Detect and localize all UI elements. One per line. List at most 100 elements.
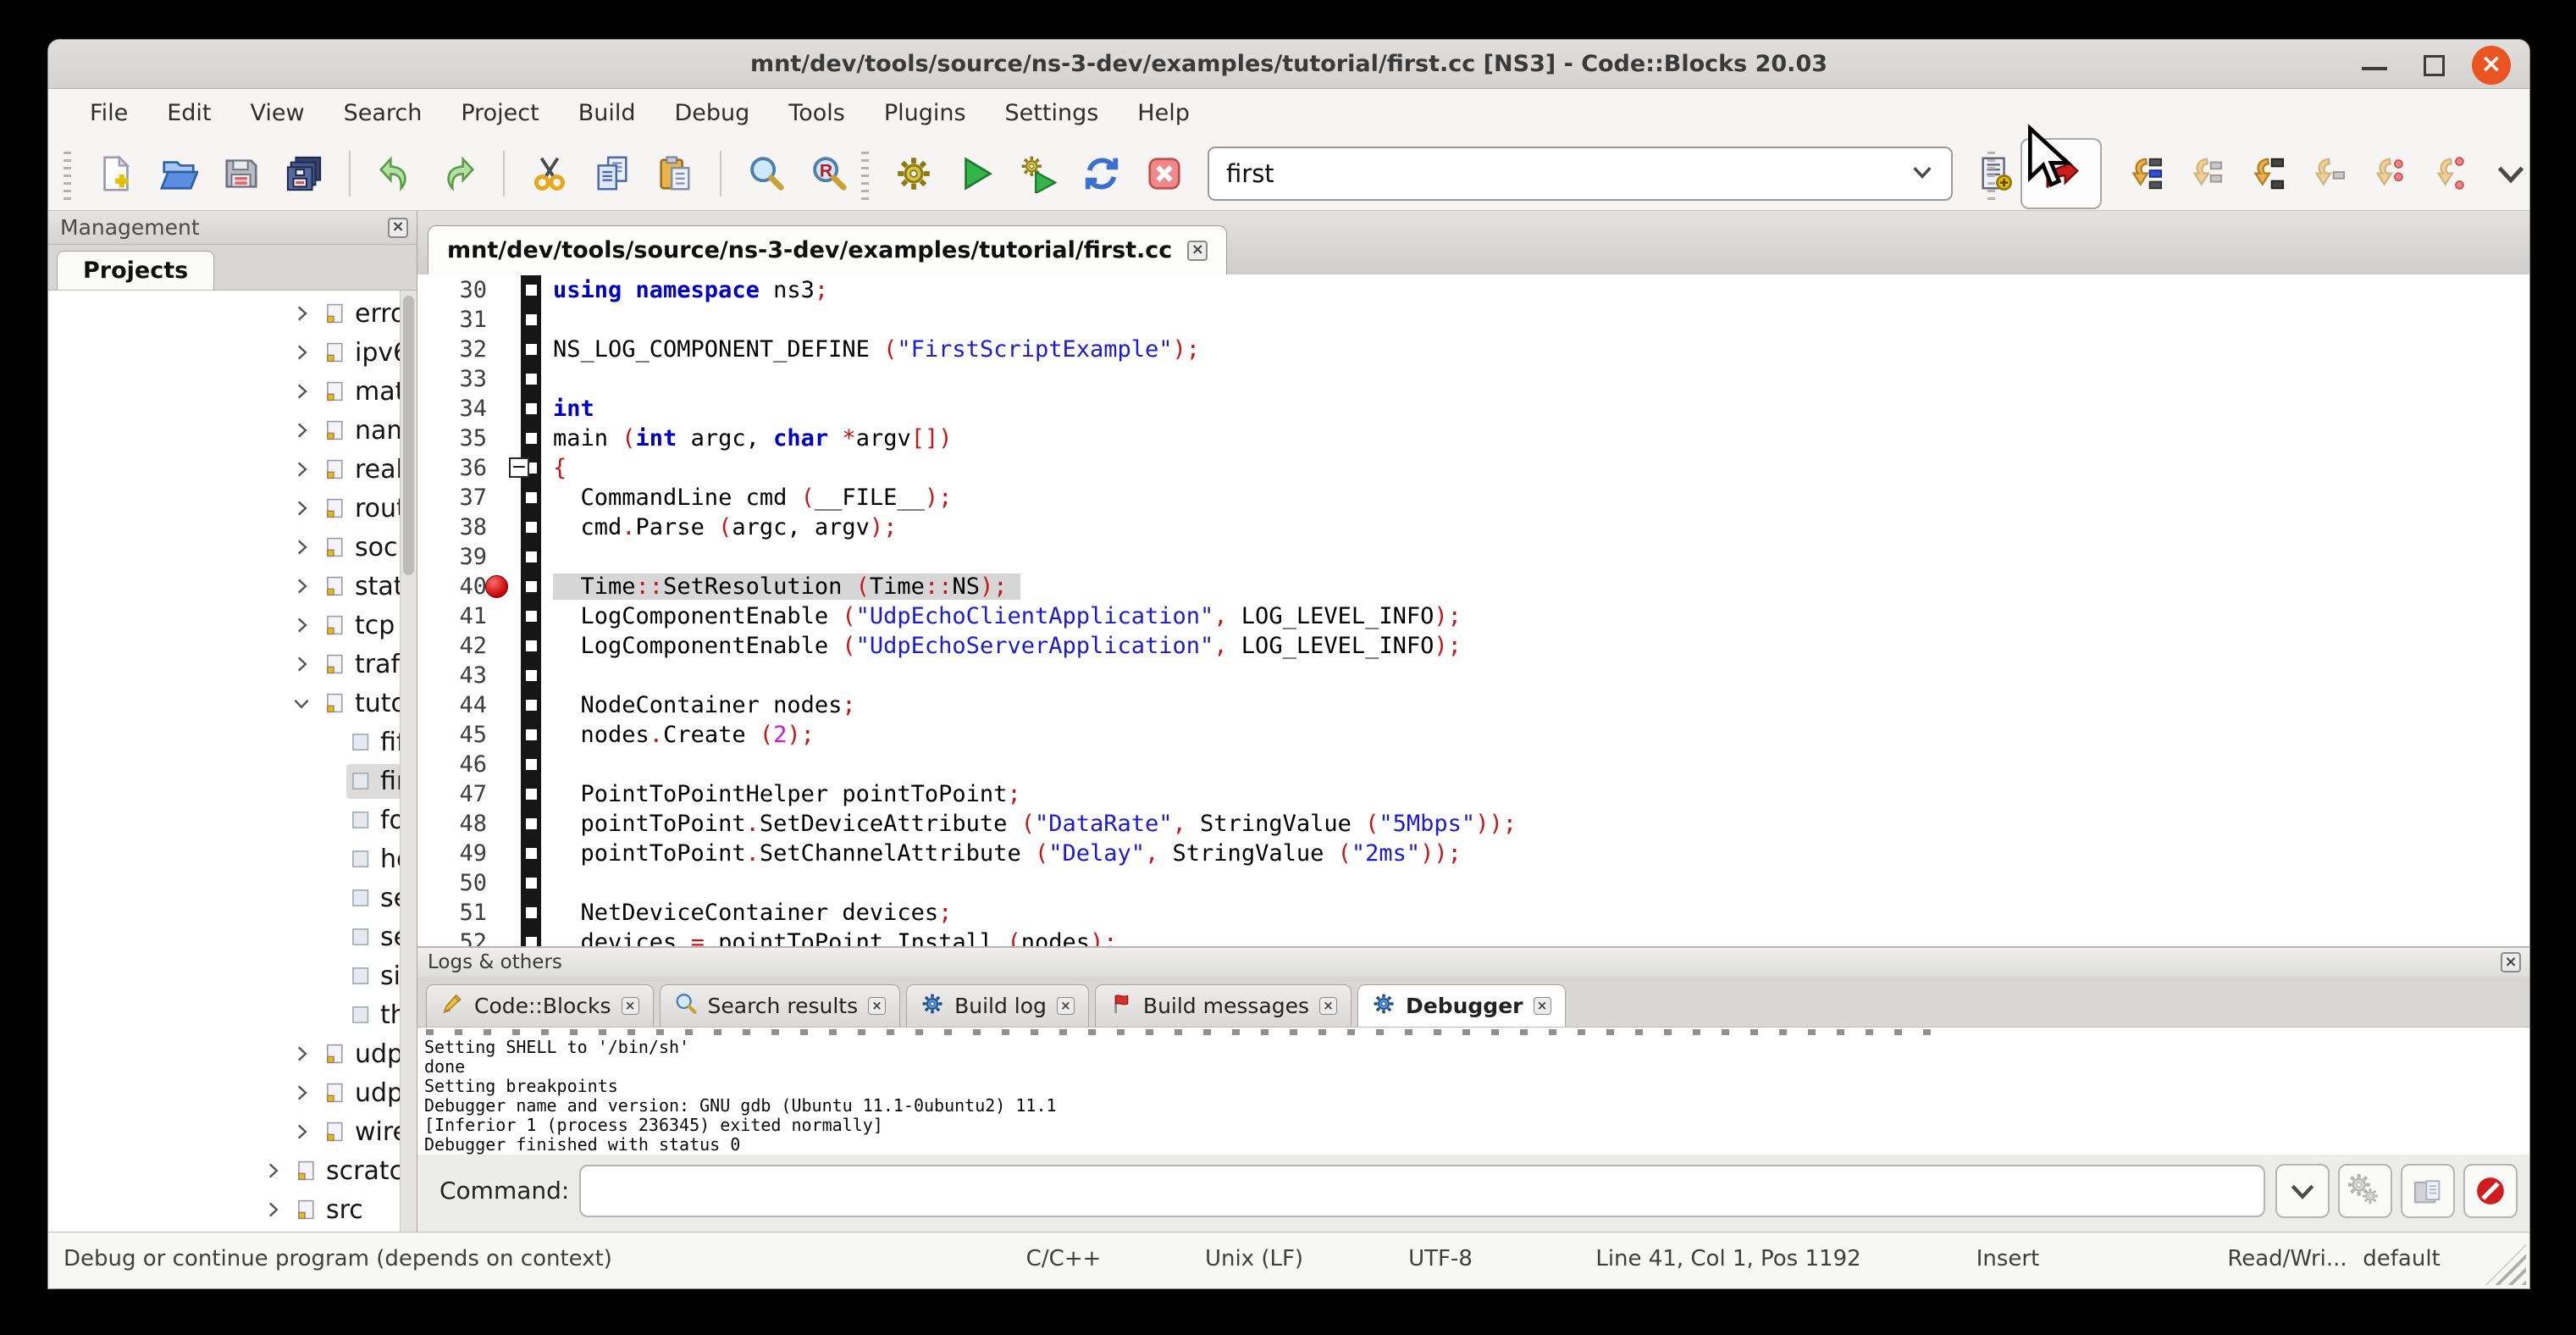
chevron-right-icon[interactable] <box>289 418 314 443</box>
build-target-combobox[interactable] <box>1208 147 1953 201</box>
fold-margin[interactable] <box>521 512 541 542</box>
log-tab-build-log[interactable]: Build log <box>906 984 1089 1027</box>
code-editor[interactable]: 30using namespace ns3;3132NS_LOG_COMPONE… <box>417 275 2529 946</box>
fold-margin[interactable] <box>521 483 541 512</box>
toolbar-grip[interactable] <box>861 147 869 200</box>
chevron-right-icon[interactable] <box>289 1080 314 1105</box>
code-line-38[interactable]: 38 cmd.Parse (argc, argv); <box>417 512 2529 542</box>
menu-project[interactable]: Project <box>441 95 558 131</box>
chevron-down-icon[interactable] <box>2491 154 2530 193</box>
toolbar-grip[interactable] <box>64 147 71 200</box>
tab-projects[interactable]: Projects <box>57 251 214 290</box>
code-line-49[interactable]: 49 pointToPoint.SetChannelAttribute ("De… <box>417 839 2529 868</box>
run-to-cursor-icon[interactable] <box>2124 154 2163 193</box>
tree-scrollbar-thumb[interactable] <box>403 296 414 575</box>
tree-item-fir[interactable]: fir <box>48 762 401 800</box>
tree-item-he[interactable]: he <box>48 839 401 878</box>
next-instruction-icon[interactable] <box>2368 154 2407 193</box>
code-line-42[interactable]: 42 LogComponentEnable ("UdpEchoServerApp… <box>417 631 2529 661</box>
chevron-right-icon[interactable] <box>289 535 314 560</box>
fold-margin[interactable] <box>521 305 541 335</box>
rebuild-icon[interactable] <box>1082 154 1121 193</box>
tree-item-wire[interactable]: wire <box>48 1112 401 1151</box>
menu-plugins[interactable]: Plugins <box>865 95 986 131</box>
code-line-43[interactable]: 43 <box>417 661 2529 690</box>
menu-edit[interactable]: Edit <box>147 95 230 131</box>
tree-item-scratch[interactable]: scratch <box>48 1151 401 1190</box>
menu-view[interactable]: View <box>230 95 323 131</box>
code-line-51[interactable]: 51 NetDeviceContainer devices; <box>417 898 2529 928</box>
undo-icon[interactable] <box>376 154 415 193</box>
code-line-48[interactable]: 48 pointToPoint.SetDeviceAttribute ("Dat… <box>417 809 2529 839</box>
code-line-47[interactable]: 47 PointToPointHelper pointToPoint; <box>417 779 2529 809</box>
menu-search[interactable]: Search <box>324 95 442 131</box>
fold-margin[interactable] <box>521 394 541 424</box>
build-and-run-icon[interactable] <box>1020 154 1059 193</box>
log-tab-debugger[interactable]: Debugger <box>1357 984 1565 1027</box>
build-icon[interactable] <box>894 154 933 193</box>
tree-item-tcp[interactable]: tcp <box>48 606 401 645</box>
log-tab-search-results[interactable]: Search results <box>660 984 901 1027</box>
resize-grip[interactable] <box>2485 1244 2526 1285</box>
tree-scrollbar[interactable] <box>400 291 417 1232</box>
tree-item-tuto[interactable]: tuto <box>48 684 401 723</box>
tree-item-stat[interactable]: stat <box>48 567 401 606</box>
tree-item-mat[interactable]: mat <box>48 372 401 411</box>
fold-margin[interactable] <box>521 364 541 394</box>
minimize-button[interactable] <box>2362 67 2387 70</box>
management-close-icon[interactable] <box>388 218 408 238</box>
breakpoint-icon[interactable] <box>485 575 508 598</box>
tree-item-trafl[interactable]: trafl <box>48 645 401 684</box>
command-input[interactable] <box>579 1165 2265 1217</box>
chevron-right-icon[interactable] <box>289 496 314 521</box>
tree-item-udp[interactable]: udp <box>48 1034 401 1073</box>
code-line-33[interactable]: 33 <box>417 364 2529 394</box>
log-tab-close-icon[interactable] <box>1534 997 1551 1015</box>
chevron-right-icon[interactable] <box>289 379 314 404</box>
fold-margin[interactable] <box>521 661 541 690</box>
tree-item-fo[interactable]: fo <box>48 800 401 839</box>
code-line-40[interactable]: 40 Time::SetResolution (Time::NS); <box>417 572 2529 601</box>
editor-tab-first-cc[interactable]: mnt/dev/tools/source/ns-3-dev/examples/t… <box>428 225 1227 274</box>
fold-margin[interactable] <box>521 542 541 572</box>
tree-item-sock[interactable]: sock <box>48 528 401 567</box>
code-line-44[interactable]: 44 NodeContainer nodes; <box>417 690 2529 720</box>
code-line-39[interactable]: 39 <box>417 542 2529 572</box>
fold-margin[interactable] <box>521 720 541 750</box>
chevron-down-icon[interactable] <box>289 690 314 716</box>
log-tab-close-icon[interactable] <box>1057 997 1075 1015</box>
tree-item-erro[interactable]: erro <box>48 294 401 333</box>
step-into-instruction-icon[interactable] <box>2429 154 2468 193</box>
tree-item-ipv6[interactable]: ipv6 <box>48 333 401 372</box>
stop-red-button[interactable] <box>2463 1164 2518 1218</box>
tree-item-fif[interactable]: fif <box>48 723 401 762</box>
save-file-icon[interactable] <box>222 154 261 193</box>
fold-marker-icon[interactable]: − <box>509 457 529 478</box>
code-line-50[interactable]: 50 <box>417 868 2529 898</box>
code-line-45[interactable]: 45 nodes.Create (2); <box>417 720 2529 750</box>
redo-icon[interactable] <box>439 154 478 193</box>
step-out-icon[interactable] <box>2307 154 2346 193</box>
chevron-right-icon[interactable] <box>289 301 314 326</box>
fold-margin[interactable] <box>521 750 541 779</box>
tree-item-se[interactable]: se <box>48 917 401 956</box>
chevron-right-icon[interactable] <box>289 651 314 677</box>
log-tab-code-blocks[interactable]: Code::Blocks <box>426 984 654 1027</box>
menu-debug[interactable]: Debug <box>655 95 770 131</box>
chevron-right-icon[interactable] <box>289 612 314 638</box>
chevron-down-icon[interactable] <box>1909 158 1936 189</box>
fold-margin[interactable] <box>521 898 541 928</box>
tree-item-six[interactable]: six <box>48 956 401 995</box>
cut-icon[interactable] <box>530 154 569 193</box>
new-file-icon[interactable] <box>97 154 135 193</box>
editor-tab-close-icon[interactable] <box>1187 241 1208 261</box>
code-line-30[interactable]: 30using namespace ns3; <box>417 275 2529 305</box>
log-tab-close-icon[interactable] <box>1319 997 1337 1015</box>
debugger-log[interactable]: Setting SHELL to '/bin/sh'doneSetting br… <box>417 1028 2529 1155</box>
logs-close-icon[interactable] <box>2501 952 2521 972</box>
tree-item-th[interactable]: th <box>48 995 401 1034</box>
code-line-34[interactable]: 34int <box>417 394 2529 424</box>
next-line-icon[interactable] <box>2185 154 2224 193</box>
fold-margin[interactable] <box>521 631 541 661</box>
abort-build-icon[interactable] <box>1145 154 1184 193</box>
